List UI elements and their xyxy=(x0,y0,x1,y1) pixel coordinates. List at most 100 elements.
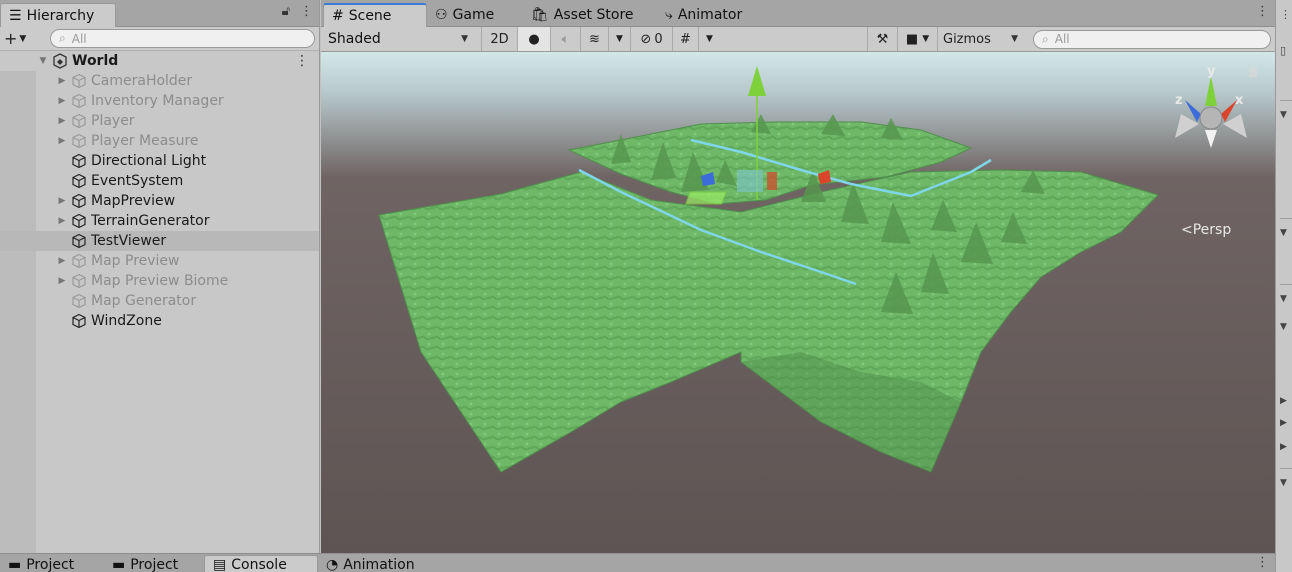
foldout-arrow-icon[interactable]: ▼ xyxy=(1280,110,1287,120)
scene-toolbar: Shaded ▼ 2D ● 🔈︎ ≋ ▼ ⊘ 0 # ▼ ⚒ ■ ▼ Gizmo… xyxy=(321,27,1275,52)
world-menu-icon[interactable]: ⋮ xyxy=(295,53,309,69)
expand-arrow-icon[interactable]: ▶ xyxy=(57,216,67,226)
tab-animation[interactable]: ◔ Animation xyxy=(318,555,423,572)
gameobject-cube-icon xyxy=(72,93,86,109)
tools-button[interactable]: ⚒ xyxy=(867,27,897,51)
console-icon: ▤ xyxy=(213,557,227,572)
hierarchy-item[interactable]: ▶ Map Preview xyxy=(0,251,319,271)
chevron-down-icon: ▼ xyxy=(1011,34,1018,44)
tab-scene[interactable]: # Scene xyxy=(323,3,427,27)
hierarchy-item[interactable]: ▶ Inventory Manager xyxy=(0,91,319,111)
shopping-bag-icon: 🛍︎ xyxy=(531,7,549,23)
lock-icon[interactable]: 🔓︎ xyxy=(282,4,290,19)
wrench-icon: ⚒ xyxy=(876,31,889,47)
tab-hierarchy[interactable]: ☰ Hierarchy xyxy=(0,3,116,27)
kebab-menu-icon[interactable]: ⋮ xyxy=(300,4,313,19)
tab-game[interactable]: ⚇ Game xyxy=(427,3,502,27)
expand-arrow-icon[interactable]: ▶ xyxy=(57,116,67,126)
foldout-arrow-icon[interactable]: ▼ xyxy=(1280,478,1287,488)
orient-label-x: x xyxy=(1235,93,1244,108)
orient-lock-icon[interactable] xyxy=(1249,68,1257,77)
gizmo-plane-handle[interactable] xyxy=(684,191,727,205)
projection-toggle[interactable]: <Persp xyxy=(1181,222,1231,238)
gizmo-x-plane[interactable] xyxy=(767,172,777,190)
expand-arrow-icon[interactable]: ▶ xyxy=(1280,418,1287,428)
create-button[interactable]: + ▼ xyxy=(4,29,44,48)
hierarchy-item[interactable]: ▶ Player xyxy=(0,111,319,131)
hierarchy-item[interactable]: ▶ Map Preview Biome xyxy=(0,271,319,291)
tab-console[interactable]: ▤ Console xyxy=(204,555,318,572)
chevron-down-icon: ▼ xyxy=(461,34,468,44)
hierarchy-item[interactable]: ▶ MapPreview xyxy=(0,191,319,211)
hierarchy-search-input[interactable] xyxy=(71,31,314,46)
gizmo-center-box[interactable] xyxy=(737,170,763,192)
foldout-arrow-icon[interactable]: ▼ xyxy=(1280,322,1287,332)
tab-project-1[interactable]: ▬ Project xyxy=(0,555,82,572)
scene-search-input[interactable] xyxy=(1054,32,1270,46)
hidden-objects-toggle[interactable]: ⊘ 0 xyxy=(630,27,672,51)
expand-arrow-icon[interactable]: ▶ xyxy=(57,256,67,266)
hierarchy-item-label: Player Measure xyxy=(91,133,199,149)
grid-dropdown[interactable]: ▼ xyxy=(698,27,720,51)
camera-dropdown[interactable]: ■ ▼ xyxy=(897,27,937,51)
gameobject-cube-icon xyxy=(72,173,86,189)
clock-icon: ◔ xyxy=(326,556,339,572)
hierarchy-item[interactable]: WindZone xyxy=(0,311,319,331)
scene-tabbar: # Scene ⚇ Game 🛍︎ Asset Store ⤷ Animator… xyxy=(321,0,1275,27)
hierarchy-item[interactable]: ▶ Player Measure xyxy=(0,131,319,151)
gameobject-cube-icon xyxy=(72,73,86,89)
gameobject-cube-icon xyxy=(72,133,86,149)
hierarchy-item[interactable]: ▶ CameraHolder xyxy=(0,71,319,91)
hierarchy-item[interactable]: EventSystem xyxy=(0,171,319,191)
hierarchy-tree: ▼ World ⋮ ▶ CameraHolder ▶ Inventory Manage… xyxy=(0,51,319,553)
chevron-left-icon: < xyxy=(1181,222,1193,238)
hierarchy-item-label: TestViewer xyxy=(91,233,167,249)
animator-icon: ⤷ xyxy=(665,7,673,23)
lighting-toggle[interactable]: ● xyxy=(517,27,550,51)
scene-search: ⌕ xyxy=(1033,29,1271,49)
document-icon: ▯ xyxy=(1280,44,1287,57)
effects-toggle[interactable]: ≋ xyxy=(580,27,608,51)
scene-root-world[interactable]: ▼ World ⋮ xyxy=(0,51,319,71)
tab-project-2[interactable]: ▬ Project xyxy=(104,555,186,572)
shading-mode-dropdown[interactable]: Shaded ▼ xyxy=(323,29,473,50)
hierarchy-item[interactable]: Directional Light xyxy=(0,151,319,171)
effects-dropdown[interactable]: ▼ xyxy=(608,27,630,51)
grid-icon: # xyxy=(332,8,344,24)
grid-toggle[interactable]: # xyxy=(672,27,698,51)
hierarchy-tabbar: ☰ Hierarchy 🔓︎ ⋮ xyxy=(0,0,319,27)
expand-arrow-icon[interactable]: ▶ xyxy=(57,76,67,86)
tab-asset-store[interactable]: 🛍︎ Asset Store xyxy=(523,3,642,27)
hierarchy-search: ⌕ xyxy=(50,29,315,48)
fold-arrow-icon[interactable]: ▼ xyxy=(38,56,48,66)
expand-arrow-icon[interactable]: ▶ xyxy=(1280,442,1287,452)
scene-viewport[interactable]: y x z <Persp xyxy=(321,52,1275,553)
hierarchy-item[interactable]: Map Generator xyxy=(0,291,319,311)
scene-panel: # Scene ⚇ Game 🛍︎ Asset Store ⤷ Animator… xyxy=(321,0,1275,553)
gameobject-cube-icon xyxy=(72,313,86,329)
kebab-menu-icon[interactable]: ⋮ xyxy=(1280,8,1291,21)
expand-arrow-icon[interactable]: ▶ xyxy=(57,196,67,206)
kebab-menu-icon[interactable]: ⋮ xyxy=(1256,555,1269,570)
tab-animator[interactable]: ⤷ Animator xyxy=(657,3,750,27)
expand-arrow-icon[interactable]: ▶ xyxy=(57,276,67,286)
chevron-down-icon: ▼ xyxy=(19,33,27,44)
kebab-menu-icon[interactable]: ⋮ xyxy=(1256,4,1269,19)
expand-arrow-icon[interactable]: ▶ xyxy=(57,136,67,146)
foldout-arrow-icon[interactable]: ▼ xyxy=(1280,294,1287,304)
gameobject-cube-icon xyxy=(72,293,86,309)
hierarchy-panel: ☰ Hierarchy 🔓︎ ⋮ + ▼ ⌕ ▼ World ⋮ ▶ Camera… xyxy=(0,0,320,553)
hierarchy-item[interactable]: ▶ TerrainGenerator xyxy=(0,211,319,231)
grid-snap-icon: # xyxy=(680,31,691,47)
expand-arrow-icon[interactable]: ▶ xyxy=(1280,396,1287,406)
toggle-2d-button[interactable]: 2D xyxy=(481,27,517,51)
orient-center-cube[interactable] xyxy=(1199,106,1223,130)
audio-toggle[interactable]: 🔈︎ xyxy=(550,27,580,51)
eye-slash-icon: ⊘ xyxy=(640,31,652,47)
foldout-arrow-icon[interactable]: ▼ xyxy=(1280,228,1287,238)
layers-icon: ≋ xyxy=(589,31,600,47)
hierarchy-item-label: CameraHolder xyxy=(91,73,193,89)
hierarchy-item[interactable]: TestViewer xyxy=(0,231,319,251)
gizmos-dropdown[interactable]: Gizmos ▼ xyxy=(937,27,1023,51)
expand-arrow-icon[interactable]: ▶ xyxy=(57,96,67,106)
